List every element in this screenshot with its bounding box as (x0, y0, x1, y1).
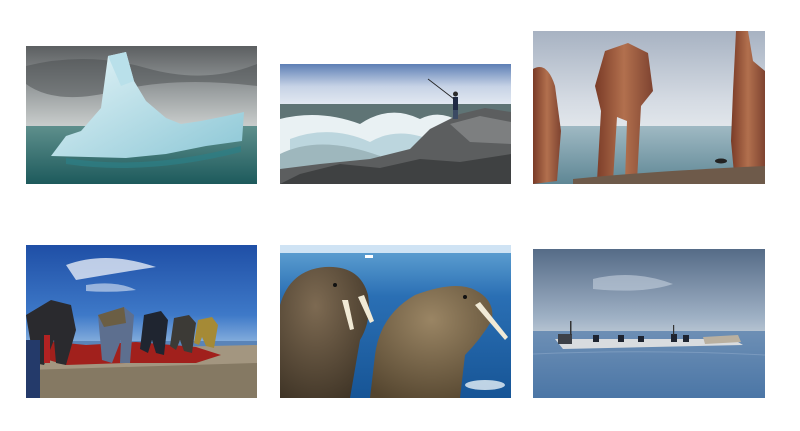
walruses-image (280, 245, 511, 398)
beach-people-image (26, 245, 257, 398)
fisherman-image (280, 64, 511, 184)
photo-rock-arch[interactable] (533, 31, 765, 184)
photo-gallery (0, 0, 800, 431)
photo-iceberg[interactable] (26, 46, 257, 184)
iceberg-image (26, 46, 257, 184)
rock-arch-image (533, 31, 765, 184)
photo-boat[interactable] (533, 249, 765, 398)
photo-beach-people[interactable] (26, 245, 257, 398)
photo-walruses[interactable] (280, 245, 511, 398)
photo-fisherman[interactable] (280, 64, 511, 184)
boat-image (533, 249, 765, 398)
